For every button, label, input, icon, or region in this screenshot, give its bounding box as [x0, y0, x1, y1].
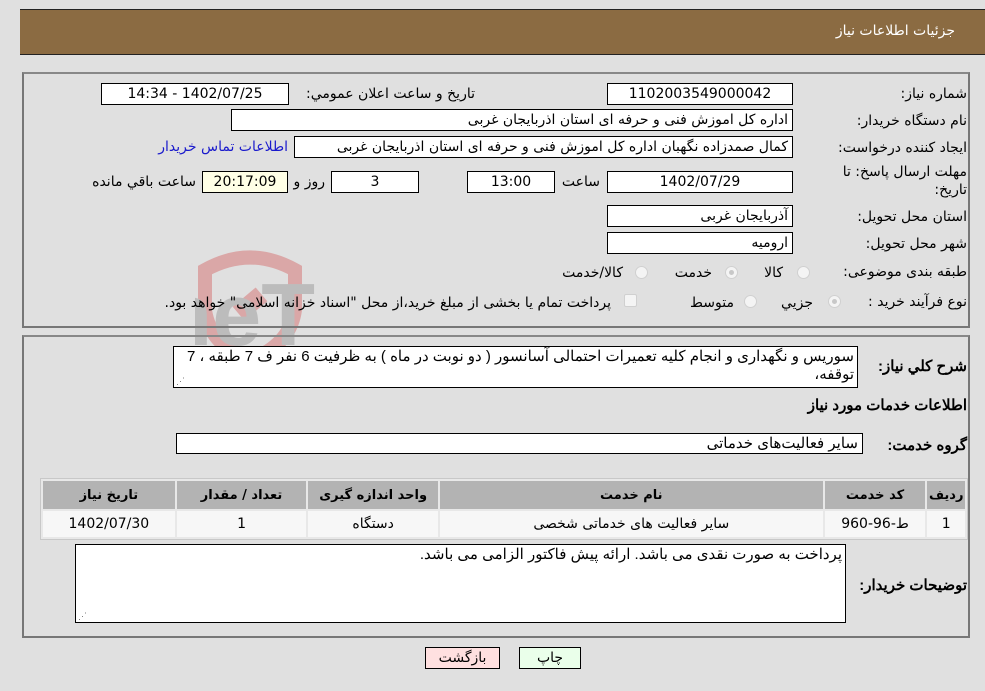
services-table: ردیف کد خدمت نام خدمت واحد اندازه گیری ت…: [40, 478, 968, 540]
deadline-time-label: ساعت: [561, 174, 600, 190]
cell-service-name: سایر فعالیت های خدماتی شخصی: [439, 511, 823, 537]
city-label: شهر محل تحویل:: [865, 236, 967, 252]
deadline-label-line2: تاریخ:: [934, 182, 967, 198]
print-button[interactable]: چاپ: [519, 647, 581, 669]
page-title: جزئیات اطلاعات نیاز: [835, 23, 955, 39]
table-row: 1 ط-96-960 سایر فعالیت های خدماتی شخصی د…: [43, 511, 965, 537]
cell-unit: دستگاه: [308, 511, 438, 537]
col-need-date: تاریخ نیاز: [43, 481, 175, 509]
category-option-goods: کالا: [764, 265, 783, 281]
service-group-field: سایر فعالیت‌های خدماتی: [176, 433, 863, 454]
category-radio-goods-service[interactable]: [635, 266, 648, 279]
requester-label: ایجاد کننده درخواست:: [838, 140, 967, 156]
category-radio-service[interactable]: [725, 266, 738, 279]
cell-service-code: ط-96-960: [824, 511, 926, 537]
cell-quantity: 1: [176, 511, 307, 537]
col-service-name: نام خدمت: [439, 481, 823, 509]
days-label: روز و: [293, 174, 326, 190]
services-section-title: اطلاعات خدمات مورد نیاز: [807, 397, 967, 414]
col-unit: واحد اندازه گیری: [308, 481, 438, 509]
time-remaining-field: 20:17:09: [202, 171, 288, 193]
province-label: استان محل تحویل:: [857, 209, 967, 225]
col-quantity: تعداد / مقدار: [176, 481, 307, 509]
city-field: ارومیه: [607, 232, 793, 254]
need-number-field: 1102003549000042: [607, 83, 793, 105]
province-field: آذربایجان غربی: [607, 205, 793, 227]
resize-grip-icon[interactable]: ⋰: [78, 612, 87, 621]
need-number-label: شماره نیاز:: [900, 86, 968, 102]
deadline-label: مهلت ارسال پاسخ: تا: [842, 164, 967, 180]
days-remaining-field: 3: [331, 171, 419, 193]
description-text: سوریس و نگهداری و انجام کلیه تعمیرات احت…: [186, 348, 854, 383]
time-remaining-label: ساعت باقي مانده: [92, 174, 196, 190]
treasury-checkbox[interactable]: [624, 294, 637, 307]
deadline-date-field: 1402/07/29: [607, 171, 793, 193]
resize-grip-icon[interactable]: ⋰: [176, 377, 185, 386]
purchase-option-medium: متوسط: [690, 295, 734, 311]
category-radio-goods[interactable]: [797, 266, 810, 279]
category-label: طبقه بندی موضوعی:: [843, 264, 967, 280]
purchase-radio-minor[interactable]: [828, 295, 841, 308]
col-service-code: کد خدمت: [824, 481, 926, 509]
buyer-notes-label: توضیحات خریدار:: [859, 577, 967, 594]
buyer-contact-link[interactable]: اطلاعات تماس خریدار: [158, 139, 288, 155]
buyer-org-label: نام دستگاه خریدار:: [856, 113, 967, 129]
buyer-notes-text: پرداخت به صورت نقدی می باشد. ارائه پیش ف…: [419, 546, 842, 563]
back-button[interactable]: بازگشت: [425, 647, 500, 669]
purchase-type-label: نوع فرآیند خرید :: [868, 294, 967, 310]
table-header-row: ردیف کد خدمت نام خدمت واحد اندازه گیری ت…: [43, 481, 965, 509]
page-header: جزئیات اطلاعات نیاز: [20, 9, 985, 55]
description-textarea[interactable]: سوریس و نگهداری و انجام کلیه تعمیرات احت…: [173, 346, 858, 388]
requester-field: کمال صمدزاده نگهبان اداره کل اموزش فنی و…: [294, 136, 793, 158]
treasury-note: پرداخت تمام یا بخشی از مبلغ خرید،از محل …: [164, 295, 611, 311]
service-group-label: گروه خدمت:: [887, 437, 967, 454]
cell-need-date: 1402/07/30: [43, 511, 175, 537]
category-option-goods-service: کالا/خدمت: [562, 265, 623, 281]
announce-datetime-field: 1402/07/25 - 14:34: [101, 83, 289, 105]
purchase-radio-medium[interactable]: [744, 295, 757, 308]
cell-row-number: 1: [927, 511, 965, 537]
announce-datetime-label: تاریخ و ساعت اعلان عمومي:: [306, 86, 475, 102]
category-option-service: خدمت: [674, 265, 712, 281]
col-row-number: ردیف: [927, 481, 965, 509]
description-label: شرح کلي نیاز:: [878, 358, 967, 375]
buyer-notes-textarea[interactable]: پرداخت به صورت نقدی می باشد. ارائه پیش ف…: [75, 544, 846, 623]
purchase-option-minor: جزیي: [781, 295, 813, 311]
buyer-org-field: اداره کل اموزش فنی و حرفه ای استان اذربا…: [231, 109, 793, 131]
deadline-time-field: 13:00: [467, 171, 555, 193]
